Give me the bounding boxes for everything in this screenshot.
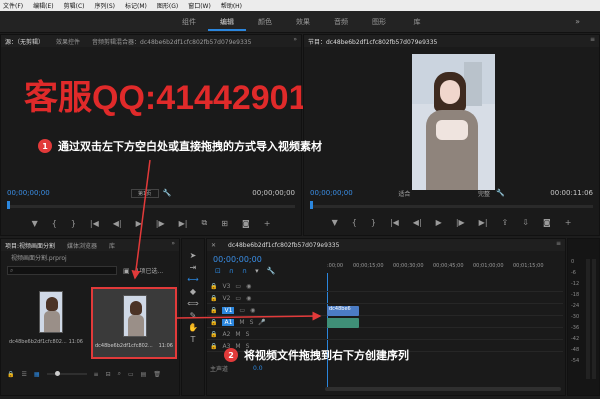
arrow-2: [175, 311, 322, 321]
callout-number: 2: [224, 348, 238, 362]
callout-2: 2 将视频文件拖拽到右下方创建序列: [224, 347, 409, 363]
callout-text: 将视频文件拖拽到右下方创建序列: [244, 349, 409, 362]
arrow-1: [131, 159, 151, 280]
callout-arrows: [131, 159, 322, 321]
